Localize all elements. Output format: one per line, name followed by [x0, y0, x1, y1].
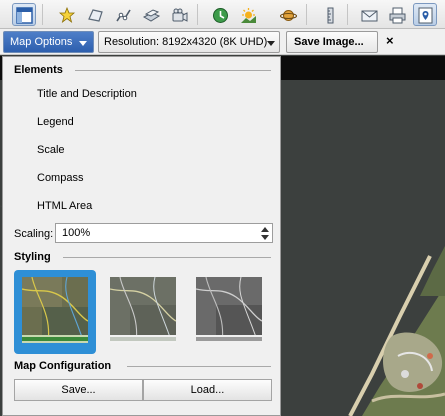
toolbar: [0, 0, 445, 29]
record-tour-icon: [172, 8, 188, 22]
save-image-button[interactable]: Save Image...: [286, 31, 378, 53]
element-compass[interactable]: Compass: [37, 172, 83, 184]
section-divider: [127, 366, 271, 367]
planets-icon: [280, 10, 297, 21]
elements-heading: Elements: [14, 64, 63, 76]
scaling-label: Scaling:: [14, 228, 54, 240]
toolbar-separator: [347, 4, 348, 25]
scaling-value: 100%: [62, 227, 91, 239]
map-options-label: Map Options: [10, 36, 73, 48]
add-overlay-button[interactable]: [139, 3, 163, 26]
sunlight-button[interactable]: [236, 3, 260, 26]
toolbar-separator: [306, 4, 307, 25]
styling-heading: Styling: [14, 251, 51, 263]
map-thumbnail-grayscale-icon: [196, 277, 262, 343]
options-bar: Map Options Resolution: 8192x4320 (8K UH…: [0, 29, 445, 55]
planets-button[interactable]: [276, 3, 300, 26]
load-config-button[interactable]: Load...: [143, 379, 272, 401]
add-polygon-button[interactable]: [83, 3, 107, 26]
element-title-description[interactable]: Title and Description: [37, 88, 137, 100]
map-configuration-heading: Map Configuration: [14, 360, 112, 372]
email-button[interactable]: [357, 3, 381, 26]
ruler-icon: [327, 7, 334, 24]
layout-icon: [16, 7, 33, 24]
chevron-down-icon: [267, 41, 275, 46]
add-polygon-icon: [88, 9, 103, 22]
add-placemark-button[interactable]: [55, 3, 79, 26]
ruler-button[interactable]: [318, 3, 342, 26]
spin-up-icon[interactable]: [261, 227, 269, 232]
map-options-panel: Elements Title and Description Legend Sc…: [2, 56, 281, 416]
element-scale[interactable]: Scale: [37, 144, 65, 156]
close-icon[interactable]: ×: [386, 33, 394, 48]
add-path-icon: [116, 9, 131, 22]
add-path-button[interactable]: [111, 3, 135, 26]
save-image-toolbar-button[interactable]: [413, 3, 437, 26]
section-divider: [75, 70, 271, 71]
save-config-button[interactable]: Save...: [14, 379, 143, 401]
map-thumbnail-muted-icon: [110, 277, 176, 343]
toolbar-separator: [42, 4, 43, 25]
record-tour-button[interactable]: [167, 3, 191, 26]
chevron-down-icon: [79, 41, 87, 46]
element-legend[interactable]: Legend: [37, 116, 74, 128]
add-overlay-icon: [143, 9, 160, 22]
spin-down-icon[interactable]: [261, 235, 269, 240]
resolution-dropdown[interactable]: Resolution: 8192x4320 (8K UHD): [98, 31, 280, 53]
scaling-spinbox[interactable]: 100%: [55, 223, 273, 243]
add-placemark-icon: [59, 7, 76, 24]
email-icon: [361, 10, 378, 22]
map-options-button[interactable]: Map Options: [3, 31, 94, 53]
toolbar-separator: [197, 4, 198, 25]
sunlight-icon: [241, 8, 256, 23]
print-icon: [389, 7, 406, 24]
save-image-icon: [418, 7, 433, 24]
historical-imagery-button[interactable]: [208, 3, 232, 26]
layout-button[interactable]: [12, 3, 36, 26]
style-thumbnail-color[interactable]: [14, 270, 96, 354]
element-html-area[interactable]: HTML Area: [37, 200, 92, 212]
map-thumbnail-color-icon: [22, 277, 88, 343]
historical-imagery-icon: [213, 8, 228, 23]
resolution-value: Resolution: 8192x4320 (8K UHD): [104, 36, 268, 48]
style-thumbnail-grayscale[interactable]: [188, 270, 270, 354]
style-thumbnail-muted[interactable]: [102, 270, 184, 354]
section-divider: [63, 257, 271, 258]
print-button[interactable]: [385, 3, 409, 26]
